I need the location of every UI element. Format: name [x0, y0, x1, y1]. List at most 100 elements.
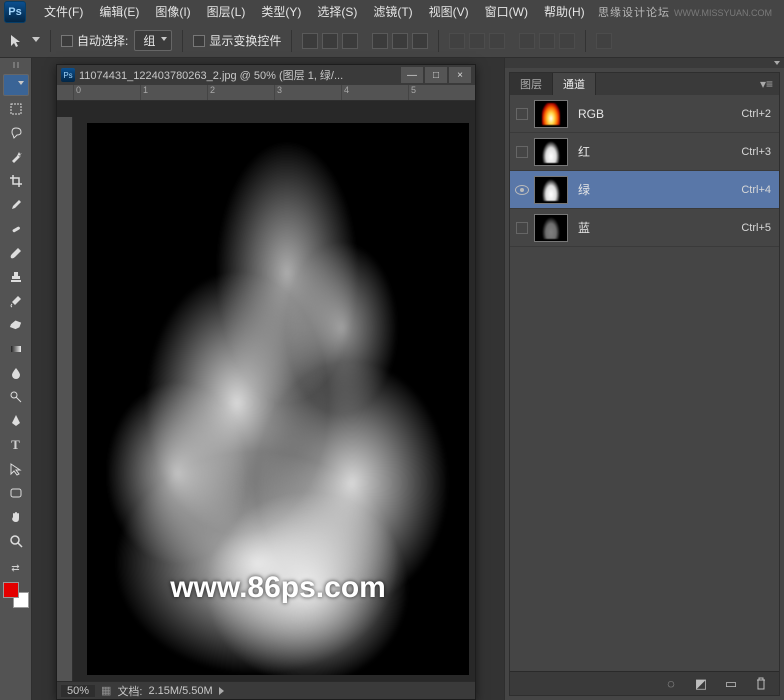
menu-filter[interactable]: 滤镜(T): [365, 0, 420, 24]
dist-vcenter-icon[interactable]: [469, 33, 485, 49]
channel-row-green[interactable]: 绿 Ctrl+4: [510, 171, 779, 209]
heal-tool[interactable]: [4, 218, 28, 240]
zoom-tool[interactable]: [4, 530, 28, 552]
tab-layers[interactable]: 图层: [510, 73, 553, 95]
dist-hcenter-icon[interactable]: [539, 33, 555, 49]
brush-tool[interactable]: [4, 242, 28, 264]
divider: [585, 30, 586, 52]
crop-tool[interactable]: [4, 170, 28, 192]
menu-select[interactable]: 选择(S): [309, 0, 365, 24]
menu-help[interactable]: 帮助(H): [536, 0, 593, 24]
canvas[interactable]: www.86ps.com: [87, 123, 469, 675]
swap-colors-icon[interactable]: ⇄: [4, 562, 28, 574]
document-titlebar[interactable]: Ps 11074431_122403780263_2.jpg @ 50% (图层…: [57, 65, 475, 85]
window-maximize-icon[interactable]: □: [425, 67, 447, 83]
shape-tool[interactable]: [4, 482, 28, 504]
visibility-toggle[interactable]: [510, 108, 534, 120]
menu-type[interactable]: 类型(Y): [253, 0, 309, 24]
delete-channel-icon[interactable]: [753, 676, 769, 692]
filesize-label: 文档:: [117, 683, 142, 699]
dodge-tool[interactable]: [4, 386, 28, 408]
align-top-icon[interactable]: [302, 33, 318, 49]
menu-view[interactable]: 视图(V): [421, 0, 477, 24]
menu-edit[interactable]: 编辑(E): [91, 0, 147, 24]
options-bar: 自动选择: 组 显示变换控件: [0, 24, 784, 58]
channel-row-rgb[interactable]: RGB Ctrl+2: [510, 95, 779, 133]
show-transform-checkbox[interactable]: 显示变换控件: [193, 32, 281, 49]
channels-panel: 图层 通道 ▾≡ RGB Ctrl+2 红 Ctrl+3: [509, 72, 780, 696]
marquee-tool[interactable]: [4, 98, 28, 120]
divider: [438, 30, 439, 52]
history-brush-tool[interactable]: [4, 290, 28, 312]
dist-bottom-icon[interactable]: [489, 33, 505, 49]
channel-row-blue[interactable]: 蓝 Ctrl+5: [510, 209, 779, 247]
gradient-tool[interactable]: [4, 338, 28, 360]
menu-window[interactable]: 窗口(W): [477, 0, 536, 24]
window-close-icon[interactable]: ×: [449, 67, 471, 83]
auto-select-dropdown[interactable]: 组: [134, 30, 172, 51]
channel-thumb: [534, 100, 568, 128]
status-arrow-icon[interactable]: [219, 687, 224, 695]
panel-collapse-icon[interactable]: [505, 58, 784, 68]
hand-tool[interactable]: [4, 506, 28, 528]
document-title: 11074431_122403780263_2.jpg @ 50% (图层 1,…: [79, 67, 343, 83]
wand-tool[interactable]: [4, 146, 28, 168]
panel-footer: ◌ ◩ ▭: [510, 671, 779, 695]
dist-left-icon[interactable]: [519, 33, 535, 49]
auto-select-checkbox[interactable]: 自动选择:: [61, 32, 128, 49]
align-hcenter-icon[interactable]: [392, 33, 408, 49]
foreground-color-well[interactable]: [3, 582, 19, 598]
channel-list: RGB Ctrl+2 红 Ctrl+3 绿 Ctrl+4: [510, 95, 779, 671]
document-window: Ps 11074431_122403780263_2.jpg @ 50% (图层…: [56, 64, 476, 700]
align-vcenter-icon[interactable]: [322, 33, 338, 49]
ruler-vertical[interactable]: [57, 117, 73, 681]
align-group-2: [372, 33, 428, 49]
align-left-icon[interactable]: [372, 33, 388, 49]
pen-tool[interactable]: [4, 410, 28, 432]
eyedropper-tool[interactable]: [4, 194, 28, 216]
dist-right-icon[interactable]: [559, 33, 575, 49]
main-area: T ⇄ Ps 11074431_122403780263_2.jpg @ 50%…: [0, 58, 784, 700]
toolbox-handle[interactable]: [3, 62, 29, 70]
menu-image[interactable]: 图像(I): [147, 0, 198, 24]
menu-file[interactable]: 文件(F): [36, 0, 91, 24]
channel-shortcut: Ctrl+4: [741, 184, 771, 196]
document-statusbar: 50% ▦ 文档:2.15M/5.50M: [57, 681, 475, 699]
visibility-toggle[interactable]: [510, 222, 534, 234]
channel-name: 红: [578, 143, 741, 160]
distribute-group-2: [519, 33, 575, 49]
channel-row-red[interactable]: 红 Ctrl+3: [510, 133, 779, 171]
dist-top-icon[interactable]: [449, 33, 465, 49]
visibility-toggle[interactable]: [510, 185, 534, 195]
channel-shortcut: Ctrl+5: [741, 222, 771, 234]
save-selection-icon[interactable]: ◩: [693, 676, 709, 692]
blur-tool[interactable]: [4, 362, 28, 384]
channel-shortcut: Ctrl+2: [741, 108, 771, 120]
lasso-tool[interactable]: [4, 122, 28, 144]
align-bottom-icon[interactable]: [342, 33, 358, 49]
tool-preset-dropdown[interactable]: [32, 37, 40, 45]
doc-info-icon[interactable]: ▦: [101, 684, 111, 697]
visibility-toggle[interactable]: [510, 146, 534, 158]
new-channel-icon[interactable]: ▭: [723, 676, 739, 692]
app-logo: Ps: [4, 1, 26, 23]
load-selection-icon[interactable]: ◌: [663, 676, 679, 692]
auto-align-icon[interactable]: [596, 33, 612, 49]
color-wells[interactable]: [3, 582, 29, 608]
zoom-field[interactable]: 50%: [61, 685, 95, 697]
channel-name: 绿: [578, 181, 741, 198]
stamp-tool[interactable]: [4, 266, 28, 288]
menu-bar: Ps 文件(F) 编辑(E) 图像(I) 图层(L) 类型(Y) 选择(S) 滤…: [0, 0, 784, 24]
move-tool[interactable]: [3, 74, 29, 96]
path-tool[interactable]: [4, 458, 28, 480]
menu-layer[interactable]: 图层(L): [199, 0, 254, 24]
window-minimize-icon[interactable]: —: [401, 67, 423, 83]
type-tool[interactable]: T: [4, 434, 28, 456]
eye-icon: [515, 185, 529, 195]
panel-menu-icon[interactable]: ▾≡: [754, 77, 779, 91]
align-right-icon[interactable]: [412, 33, 428, 49]
eraser-tool[interactable]: [4, 314, 28, 336]
tab-channels[interactable]: 通道: [553, 73, 596, 95]
ruler-horizontal[interactable]: 012345: [57, 85, 475, 101]
ps-icon: Ps: [61, 68, 75, 82]
